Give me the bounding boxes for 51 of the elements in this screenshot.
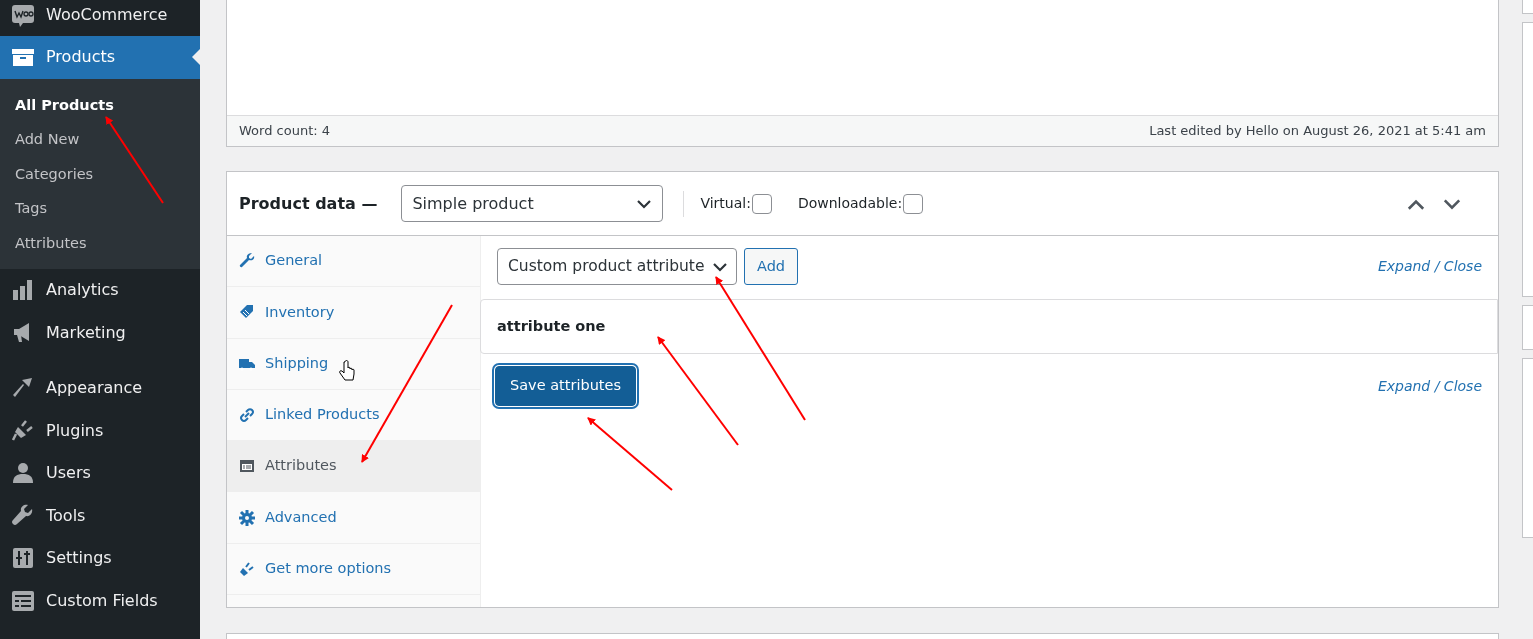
checkbox-label: Downloadable: [797,194,903,213]
save-attributes-button[interactable]: Save attributes [495,366,636,406]
submenu-item[interactable]: Add New [0,123,200,158]
separator-text: / [1433,258,1442,274]
wrench-icon [239,253,255,270]
hand-cursor-icon [339,360,355,381]
checkbox[interactable] [903,193,924,214]
attribute-select[interactable]: Custom product attribute [497,248,737,285]
sidebar-menu-item[interactable]: Tools [0,494,200,537]
side-panel-card [1522,305,1533,350]
side-panel-card [1522,0,1533,14]
last-edited-text: Last edited by Hello on August 26, 2021 at 5:41 am [1149,122,1486,141]
submenu-item[interactable]: All Products [0,88,200,123]
sidebar-menu-item[interactable]: Marketing [0,311,200,354]
product-type-select[interactable]: Simple product [401,185,664,222]
separator-text: / [1433,377,1442,394]
tag-icon [239,304,255,321]
chevron-down-icon[interactable] [636,198,653,209]
sidebar-menu-item[interactable]: Products [0,36,200,79]
expand-link[interactable]: Expand [1377,377,1431,394]
sidebar-menu-item[interactable]: Users [0,452,200,495]
link-icon [239,407,255,424]
sidebar-menu-item[interactable]: Settings [0,537,200,580]
product-data-tab[interactable]: Get more options [227,543,480,596]
product-data-tab[interactable]: Inventory [227,287,480,339]
plug-icon [239,560,255,577]
submenu-item[interactable]: Attributes [0,226,200,261]
sidebar-menu-item[interactable]: Custom Fields [0,579,200,622]
product-data-tab[interactable]: General [227,236,480,288]
panel-title: Product data — [239,192,378,215]
move-up-icon[interactable] [1406,197,1426,210]
checkbox-label: Virtual: [700,194,751,213]
sidebar-menu-item[interactable]: Appearance [0,367,200,410]
add-button[interactable]: Add [744,248,799,285]
sidebar-menu-item[interactable]: WooCommerce [0,0,200,36]
checkbox[interactable] [751,193,772,214]
chevron-down-icon[interactable] [712,261,728,272]
gear-icon [239,509,255,526]
window-icon [239,458,255,475]
word-count: Word count: 4 [239,122,330,141]
attribute-row[interactable]: attribute one [480,299,1498,354]
close-link[interactable]: Close [1443,258,1482,274]
product-data-tab[interactable]: Attributes [227,441,480,493]
close-link[interactable]: Close [1443,377,1482,394]
move-down-icon[interactable] [1442,197,1462,210]
sidebar-menu-item[interactable]: Analytics [0,269,200,312]
expand-link[interactable]: Expand [1377,258,1431,274]
sidebar-menu-item[interactable]: Plugins [0,409,200,452]
product-data-tab[interactable]: Advanced [227,492,480,544]
submenu-item[interactable]: Categories [0,157,200,192]
submenu-item[interactable]: Tags [0,192,200,227]
